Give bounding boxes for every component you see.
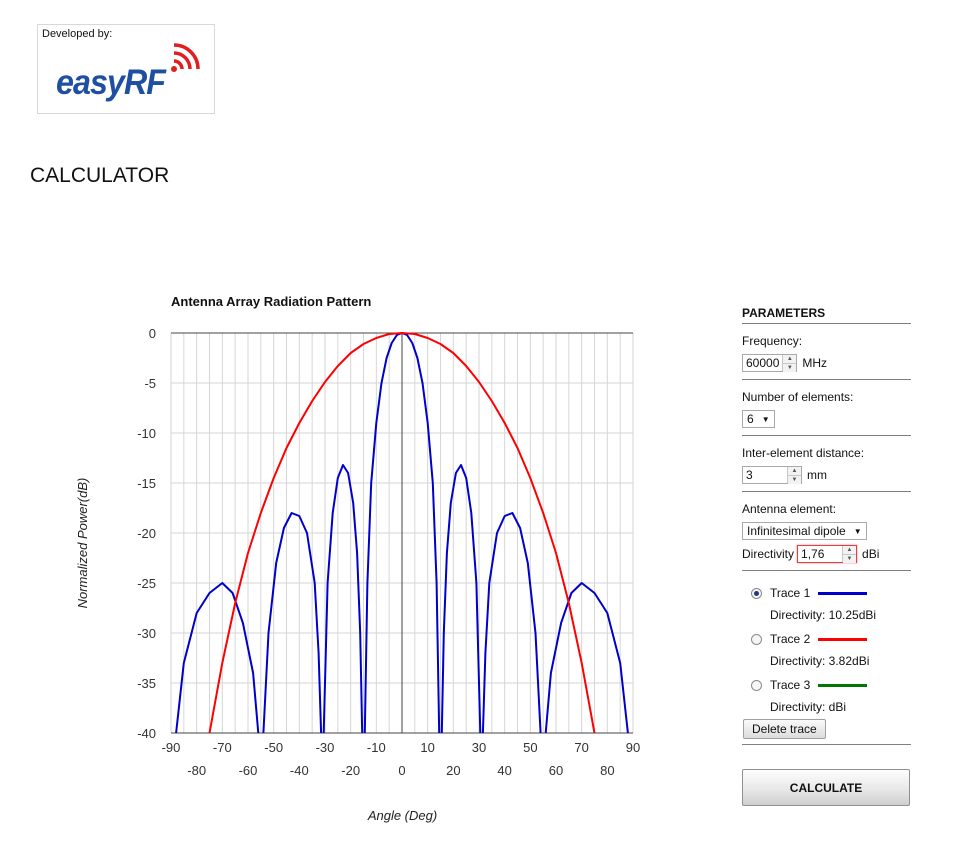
x-tick-label: -30 xyxy=(316,740,335,755)
distance-input[interactable]: 3 xyxy=(743,467,787,483)
directivity-label: Directivity xyxy=(742,547,795,561)
distance-group: Inter-element distance: 3 ▲ ▼ mm xyxy=(742,436,912,491)
directivity-stepper[interactable]: 1,76 ▲ ▼ xyxy=(797,545,858,563)
distance-label: Inter-element distance: xyxy=(742,446,865,460)
x-tick-label: -80 xyxy=(187,763,206,778)
distance-down-arrow-icon[interactable]: ▼ xyxy=(788,475,801,484)
x-tick-label: -70 xyxy=(213,740,232,755)
trace-2-directivity: Directivity: 3.82dBi xyxy=(770,654,870,668)
parameters-panel: PARAMETERS Frequency: 60000 ▲ ▼ MHz Numbe… xyxy=(742,304,912,745)
elements-select-value: 6 xyxy=(747,412,754,426)
frequency-input[interactable]: 60000 xyxy=(743,355,782,371)
chevron-down-icon: ▼ xyxy=(853,526,862,536)
y-tick-label: -30 xyxy=(137,626,156,641)
trace-3-radio[interactable] xyxy=(751,679,762,691)
elements-select[interactable]: 6 ▼ xyxy=(742,410,775,428)
trace-2-swatch xyxy=(818,637,868,641)
x-tick-label: -50 xyxy=(264,740,283,755)
y-tick-label: 0 xyxy=(149,326,156,341)
divider xyxy=(742,744,911,745)
developer-logo: Developed by: easyRF xyxy=(37,24,215,114)
chart-plot: 0 -5 -10 -15 -20 -25 -30 -35 -40 -90 -70 -50 -30 -10 1… xyxy=(137,326,640,778)
y-tick-label: -20 xyxy=(137,526,156,541)
x-tick-label: 50 xyxy=(523,740,537,755)
y-tick-label: -10 xyxy=(137,426,156,441)
trace-3-label: Trace 3 xyxy=(770,678,811,692)
distance-unit: mm xyxy=(807,468,827,482)
directivity-unit: dBi xyxy=(862,547,880,561)
y-tick-label: -40 xyxy=(137,726,156,741)
x-tick-label: -60 xyxy=(239,763,258,778)
trace-2-label: Trace 2 xyxy=(770,632,811,646)
y-tick-label: -35 xyxy=(137,676,156,691)
x-tick-label: 80 xyxy=(600,763,614,778)
wireless-signal-icon xyxy=(171,43,200,72)
trace-3-option[interactable]: Trace 3 xyxy=(742,676,912,694)
x-tick-label: 10 xyxy=(420,740,434,755)
trace-3-directivity: Directivity: dBi xyxy=(770,700,847,714)
radiation-pattern-chart: Antenna Array Radiation Pattern 0 -5 -10 -1… xyxy=(0,280,700,840)
antenna-element-group: Antenna element: Infinitesimal dipole ▼ … xyxy=(742,492,912,570)
trace-3-swatch xyxy=(818,683,868,687)
antenna-element-select[interactable]: Infinitesimal dipole ▼ xyxy=(742,522,867,540)
x-tick-label: 20 xyxy=(446,763,460,778)
x-tick-label: 60 xyxy=(549,763,563,778)
frequency-unit: MHz xyxy=(802,356,828,370)
trace-2-radio[interactable] xyxy=(751,633,762,645)
y-axis-label: Normalized Power(dB) xyxy=(75,477,90,609)
antenna-element-value: Infinitesimal dipole xyxy=(747,524,846,538)
x-tick-label: 90 xyxy=(626,740,640,755)
developed-by-label: Developed by: xyxy=(42,28,113,40)
directivity-down-arrow-icon[interactable]: ▼ xyxy=(843,554,857,563)
page-title: CALCULATOR xyxy=(30,164,170,187)
parameters-title: PARAMETERS xyxy=(742,306,826,320)
directivity-input[interactable]: 1,76 xyxy=(798,546,842,562)
x-axis-label: Angle (Deg) xyxy=(367,808,438,823)
delete-trace-button[interactable]: Delete trace xyxy=(743,719,826,739)
y-tick-label: -5 xyxy=(144,376,156,391)
x-tick-label: 30 xyxy=(472,740,486,755)
frequency-up-arrow-icon[interactable]: ▲ xyxy=(783,355,797,363)
easyrf-wordmark: easyRF xyxy=(56,63,166,102)
directivity-up-arrow-icon[interactable]: ▲ xyxy=(843,546,857,554)
trace-2-option[interactable]: Trace 2 xyxy=(742,630,912,648)
trace-1-directivity: Directivity: 10.25dBi xyxy=(770,608,877,622)
x-tick-label: 70 xyxy=(574,740,588,755)
trace-1-label: Trace 1 xyxy=(770,586,811,600)
frequency-down-arrow-icon[interactable]: ▼ xyxy=(783,363,797,372)
antenna-element-label: Antenna element: xyxy=(742,502,837,516)
trace-1-radio[interactable] xyxy=(751,587,762,599)
frequency-stepper[interactable]: 60000 ▲ ▼ xyxy=(742,354,798,372)
x-tick-label: -10 xyxy=(367,740,386,755)
elements-group: Number of elements: 6 ▼ xyxy=(742,380,912,435)
x-tick-label: 0 xyxy=(398,763,405,778)
frequency-label: Frequency: xyxy=(742,334,803,348)
y-tick-label: -25 xyxy=(137,576,156,591)
x-tick-label: -90 xyxy=(162,740,181,755)
trace-1-option[interactable]: Trace 1 xyxy=(742,584,912,602)
x-tick-label: -40 xyxy=(290,763,309,778)
trace-1-swatch xyxy=(818,591,868,595)
x-tick-label: 40 xyxy=(497,763,511,778)
calculate-button[interactable]: CALCULATE xyxy=(742,769,910,806)
frequency-group: Frequency: 60000 ▲ ▼ MHz xyxy=(742,324,912,379)
traces-group: Trace 1 Directivity: 10.25dBi Trace 2 Di… xyxy=(742,571,912,739)
x-tick-label: -20 xyxy=(341,763,360,778)
y-tick-label: -15 xyxy=(137,476,156,491)
distance-up-arrow-icon[interactable]: ▲ xyxy=(788,467,801,475)
elements-label: Number of elements: xyxy=(742,390,854,404)
distance-stepper[interactable]: 3 ▲ ▼ xyxy=(742,466,802,484)
chevron-down-icon: ▼ xyxy=(761,414,770,424)
